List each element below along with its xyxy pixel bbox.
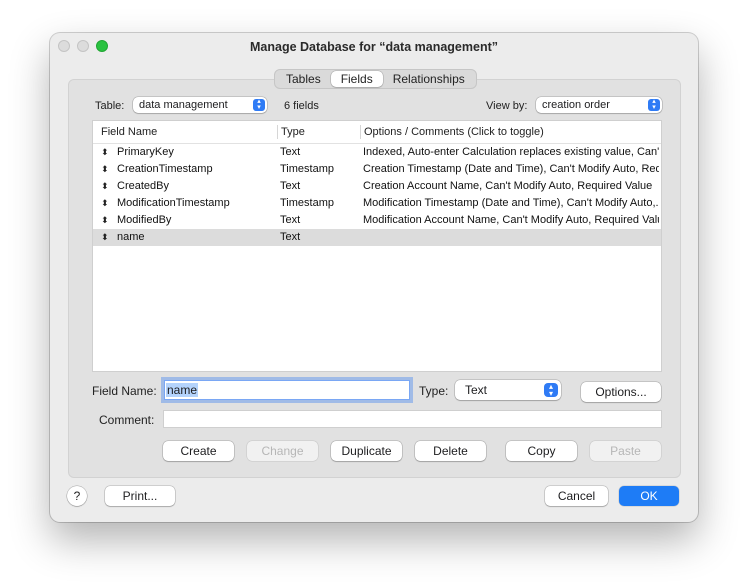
tab-tables[interactable]: Tables [276, 71, 331, 87]
tab-relationships[interactable]: Relationships [383, 71, 475, 87]
table-row[interactable]: ⬍ PrimaryKey Text Indexed, Auto-enter Ca… [93, 144, 661, 161]
field-options-cell: Modification Timestamp (Date and Time), … [363, 197, 659, 209]
comment-label: Comment: [99, 413, 155, 427]
tab-fields[interactable]: Fields [330, 71, 383, 87]
field-name-cell: name [117, 231, 145, 243]
table-header: Field Name Type Options / Comments (Clic… [93, 121, 661, 144]
create-button[interactable]: Create [163, 441, 234, 461]
drag-handle-icon[interactable]: ⬍ [101, 164, 109, 175]
help-button[interactable]: ? [67, 486, 87, 506]
drag-handle-icon[interactable]: ⬍ [101, 198, 109, 209]
field-name-cell: CreatedBy [117, 180, 169, 192]
options-button[interactable]: Options... [581, 382, 661, 402]
copy-button[interactable]: Copy [506, 441, 577, 461]
field-options-cell: Modification Account Name, Can't Modify … [363, 214, 659, 226]
tab-bar: Tables Fields Relationships [274, 69, 477, 89]
field-count: 6 fields [284, 100, 319, 112]
field-type-cell: Timestamp [280, 163, 334, 175]
table-row[interactable]: ⬍ CreatedBy Text Creation Account Name, … [93, 178, 661, 195]
ok-button[interactable]: OK [619, 486, 679, 506]
table-select-value: data management [139, 99, 228, 111]
field-name-cell: PrimaryKey [117, 146, 174, 158]
drag-handle-icon[interactable]: ⬍ [101, 181, 109, 192]
drag-handle-icon[interactable]: ⬍ [101, 232, 109, 243]
field-options-cell: Creation Account Name, Can't Modify Auto… [363, 180, 653, 192]
field-name-cell: ModifiedBy [117, 214, 172, 226]
drag-handle-icon[interactable]: ⬍ [101, 147, 109, 158]
table-row[interactable]: ⬍ ModifiedBy Text Modification Account N… [93, 212, 661, 229]
drag-handle-icon[interactable]: ⬍ [101, 215, 109, 226]
field-options-cell: Indexed, Auto-enter Calculation replaces… [363, 146, 659, 158]
cancel-button[interactable]: Cancel [545, 486, 608, 506]
field-name-cell: ModificationTimestamp [117, 197, 230, 209]
comment-input[interactable] [163, 410, 662, 428]
field-options-cell: Creation Timestamp (Date and Time), Can'… [363, 163, 659, 175]
field-type-cell: Timestamp [280, 197, 334, 209]
duplicate-button[interactable]: Duplicate [331, 441, 402, 461]
column-divider[interactable] [360, 125, 361, 139]
field-type-cell: Text [280, 214, 301, 226]
viewby-select[interactable]: creation order ▴ ▾ [536, 97, 662, 113]
column-header-field-name[interactable]: Field Name [101, 126, 157, 138]
type-select[interactable]: Text ▴ ▾ [455, 380, 561, 400]
updown-chevron-icon: ▴ ▾ [544, 383, 558, 398]
field-type-cell: Text [280, 146, 301, 158]
table-select[interactable]: data management ▴ ▾ [133, 97, 267, 113]
print-button[interactable]: Print... [105, 486, 175, 506]
table-label: Table: [95, 100, 125, 112]
table-row[interactable]: ⬍ ModificationTimestamp Timestamp Modifi… [93, 195, 661, 212]
column-divider[interactable] [277, 125, 278, 139]
fields-table: Field Name Type Options / Comments (Clic… [92, 120, 662, 372]
updown-chevron-icon: ▴ ▾ [648, 98, 660, 111]
viewby-label: View by: [486, 100, 528, 112]
viewby-select-value: creation order [542, 99, 610, 111]
column-header-options[interactable]: Options / Comments (Click to toggle) [364, 126, 544, 138]
field-name-cell: CreationTimestamp [117, 163, 213, 175]
updown-chevron-icon: ▴ ▾ [253, 98, 265, 111]
field-name-input[interactable]: name [164, 380, 410, 400]
column-header-type[interactable]: Type [281, 126, 305, 138]
table-row-selected[interactable]: ⬍ name Text [93, 229, 661, 246]
delete-button[interactable]: Delete [415, 441, 486, 461]
type-select-value: Text [465, 383, 488, 397]
field-name-label: Field Name: [92, 384, 157, 398]
field-name-value: name [166, 383, 199, 397]
change-button[interactable]: Change [247, 441, 318, 461]
paste-button[interactable]: Paste [590, 441, 661, 461]
type-label: Type: [419, 384, 449, 398]
table-row[interactable]: ⬍ CreationTimestamp Timestamp Creation T… [93, 161, 661, 178]
field-type-cell: Text [280, 231, 301, 243]
field-type-cell: Text [280, 180, 301, 192]
